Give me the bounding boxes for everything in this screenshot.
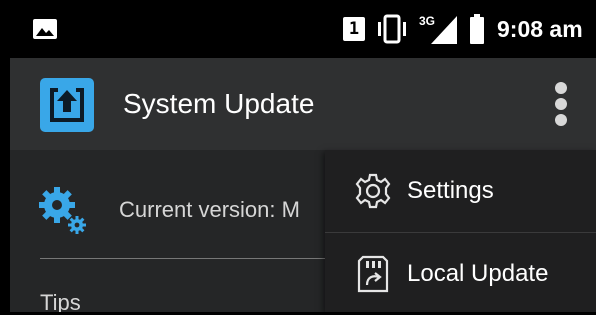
signal-icon: 3G xyxy=(417,0,459,58)
status-bar: 1 3G 9:08 am xyxy=(0,0,596,58)
menu-label-local-update: Local Update xyxy=(407,260,549,287)
app-title: System Update xyxy=(123,88,315,119)
sim-indicator: 1 xyxy=(343,17,365,41)
menu-item-local-update[interactable]: Local Update xyxy=(325,232,596,315)
gear-icon xyxy=(37,185,89,237)
sd-card-icon xyxy=(355,255,391,293)
status-time: 9:08 am xyxy=(497,16,583,42)
gallery-icon xyxy=(32,0,58,58)
sim-icon: 1 xyxy=(341,0,367,58)
gear-outline-icon xyxy=(355,172,391,210)
upload-box-icon xyxy=(40,78,94,132)
tips-heading: Tips xyxy=(40,290,81,312)
menu-item-settings[interactable]: Settings xyxy=(325,150,596,232)
network-type-label: 3G xyxy=(419,14,435,28)
current-version-label: Current version: M xyxy=(119,197,300,222)
app-bar: System Update xyxy=(10,58,596,150)
more-vert-icon[interactable] xyxy=(540,72,582,136)
vibrate-icon xyxy=(373,0,411,58)
menu-label-settings: Settings xyxy=(407,177,494,204)
overflow-menu: Settings Local Update xyxy=(325,150,596,312)
battery-icon xyxy=(466,0,488,58)
